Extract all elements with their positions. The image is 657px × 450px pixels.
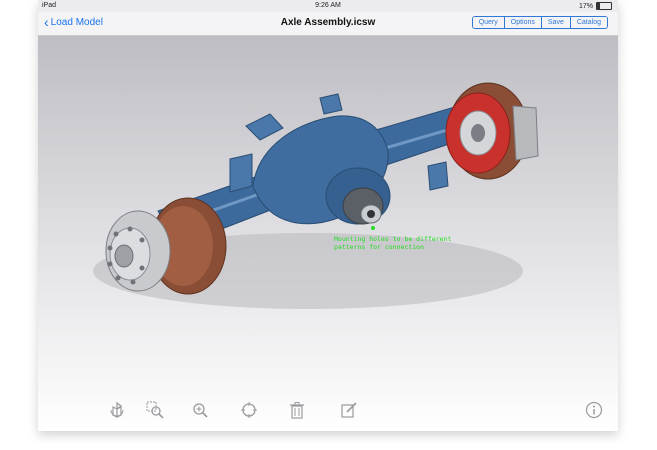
- model-annotation[interactable]: Mounting holes to be different patterns …: [334, 235, 451, 251]
- query-button[interactable]: Query: [472, 17, 505, 28]
- save-button[interactable]: Save: [541, 17, 571, 28]
- 3d-model-viewport[interactable]: Mounting holes to be different patterns …: [38, 36, 618, 431]
- ipad-screen: iPad 9:26 AM 17% ‹ Load Model Axle Assem…: [38, 0, 618, 431]
- rotate-icon[interactable]: [108, 401, 126, 419]
- zoom-window-icon[interactable]: [146, 401, 164, 419]
- navigation-bar: ‹ Load Model Axle Assembly.icsw Query Op…: [38, 12, 618, 36]
- status-bar: iPad 9:26 AM 17%: [38, 0, 618, 12]
- battery-icon: [596, 2, 612, 10]
- catalog-button[interactable]: Catalog: [570, 17, 607, 28]
- info-icon[interactable]: [585, 401, 603, 419]
- clock: 9:26 AM: [315, 2, 341, 9]
- options-button[interactable]: Options: [504, 17, 542, 28]
- annotation-line-2: patterns for connection: [334, 243, 425, 251]
- center-icon[interactable]: [240, 401, 258, 419]
- zoom-icon[interactable]: [191, 401, 209, 419]
- annotation-line-1: Mounting holes to be different: [334, 235, 452, 243]
- battery-status: 17%: [579, 2, 612, 10]
- trash-icon[interactable]: [288, 401, 306, 419]
- axle-assembly-model[interactable]: [38, 36, 618, 431]
- bottom-toolbar: [38, 391, 618, 431]
- battery-percent: 17%: [578, 2, 593, 10]
- action-segmented-control: Query Options Save Catalog: [471, 16, 608, 29]
- edit-icon[interactable]: [340, 401, 358, 419]
